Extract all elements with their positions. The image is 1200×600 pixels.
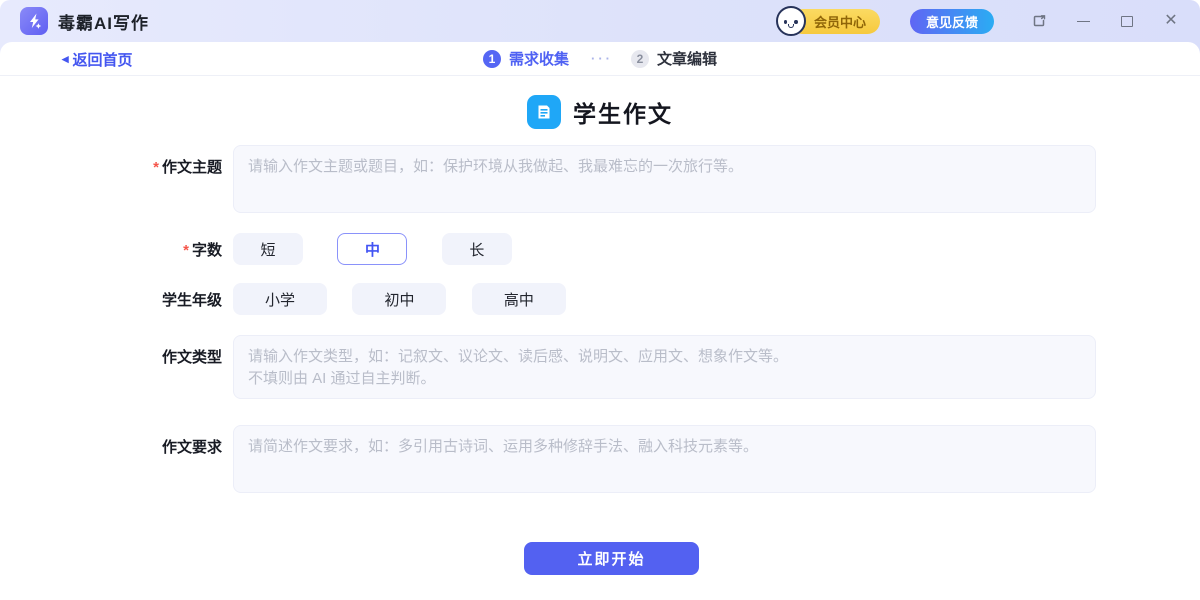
app-window: 毒霸AI写作 会员中心 意见反馈: [0, 0, 1200, 600]
avatar-eye-icon: [784, 20, 788, 24]
nav-row: ◂ 返回首页 1 需求收集 ··· 2 文章编辑: [0, 42, 1200, 76]
requirements-row: 作文要求: [127, 425, 1096, 493]
step-2-badge: 2: [631, 50, 649, 68]
document-icon: [527, 95, 561, 129]
user-avatar[interactable]: [776, 6, 806, 36]
avatar-eye-icon: [794, 20, 798, 24]
minimize-button[interactable]: [1072, 10, 1094, 32]
feedback-button[interactable]: 意见反馈: [910, 9, 994, 34]
requirements-label: 作文要求: [127, 425, 222, 457]
submit-row: 立即开始: [127, 542, 1096, 575]
avatar-mouth-icon: [788, 24, 794, 28]
close-button[interactable]: ✕: [1160, 10, 1182, 32]
essay-type-label: 作文类型: [127, 335, 222, 367]
step-indicator: 1 需求收集 ··· 2 文章编辑: [483, 48, 717, 69]
topic-label: *作文主题: [127, 145, 222, 177]
length-option-short[interactable]: 短: [233, 233, 303, 265]
essay-form: *作文主题 *字数 短 中 长 学生年级 小学 初中 高中: [127, 145, 1096, 575]
step-requirements: 1 需求收集: [483, 48, 569, 69]
required-marker: *: [153, 159, 159, 176]
length-option-long[interactable]: 长: [442, 233, 512, 265]
requirements-input[interactable]: [233, 425, 1096, 493]
step-1-label: 需求收集: [509, 48, 569, 69]
grade-option-senior[interactable]: 高中: [472, 283, 566, 315]
essay-type-input[interactable]: [233, 335, 1096, 399]
maximize-icon: [1121, 16, 1133, 27]
start-now-button[interactable]: 立即开始: [524, 542, 699, 575]
step-2-label: 文章编辑: [657, 48, 717, 69]
grade-label: 学生年级: [127, 289, 222, 310]
step-separator-dots: ···: [591, 51, 613, 66]
content-panel: ◂ 返回首页 1 需求收集 ··· 2 文章编辑: [0, 42, 1200, 600]
back-home-link[interactable]: ◂ 返回首页: [62, 42, 133, 76]
titlebar-right: 会员中心 意见反馈 ✕: [776, 6, 1182, 36]
window-controls: ✕: [1028, 10, 1182, 32]
required-marker: *: [183, 242, 189, 259]
close-icon: ✕: [1164, 13, 1177, 29]
minimize-icon: [1077, 21, 1090, 22]
back-arrow-icon: ◂: [62, 51, 69, 67]
grade-option-junior[interactable]: 初中: [352, 283, 446, 315]
app-logo-icon: [20, 7, 48, 35]
back-home-label: 返回首页: [73, 49, 133, 70]
step-article-edit: 2 文章编辑: [631, 48, 717, 69]
lightning-pen-icon: [25, 12, 43, 30]
length-label: *字数: [127, 239, 222, 260]
page-title-row: 学生作文: [0, 95, 1200, 129]
titlebar: 毒霸AI写作 会员中心 意见反馈: [0, 0, 1200, 42]
grade-row: 学生年级 小学 初中 高中: [127, 283, 1096, 315]
length-row: *字数 短 中 长: [127, 233, 1096, 265]
open-in-new-window-icon[interactable]: [1028, 10, 1050, 32]
essay-type-row: 作文类型: [127, 335, 1096, 399]
topic-input[interactable]: [233, 145, 1096, 213]
maximize-button[interactable]: [1116, 10, 1138, 32]
grade-option-primary[interactable]: 小学: [233, 283, 327, 315]
length-option-medium[interactable]: 中: [337, 233, 407, 265]
topic-row: *作文主题: [127, 145, 1096, 213]
page-title: 学生作文: [573, 95, 673, 129]
app-title: 毒霸AI写作: [58, 9, 149, 34]
step-1-badge: 1: [483, 50, 501, 68]
